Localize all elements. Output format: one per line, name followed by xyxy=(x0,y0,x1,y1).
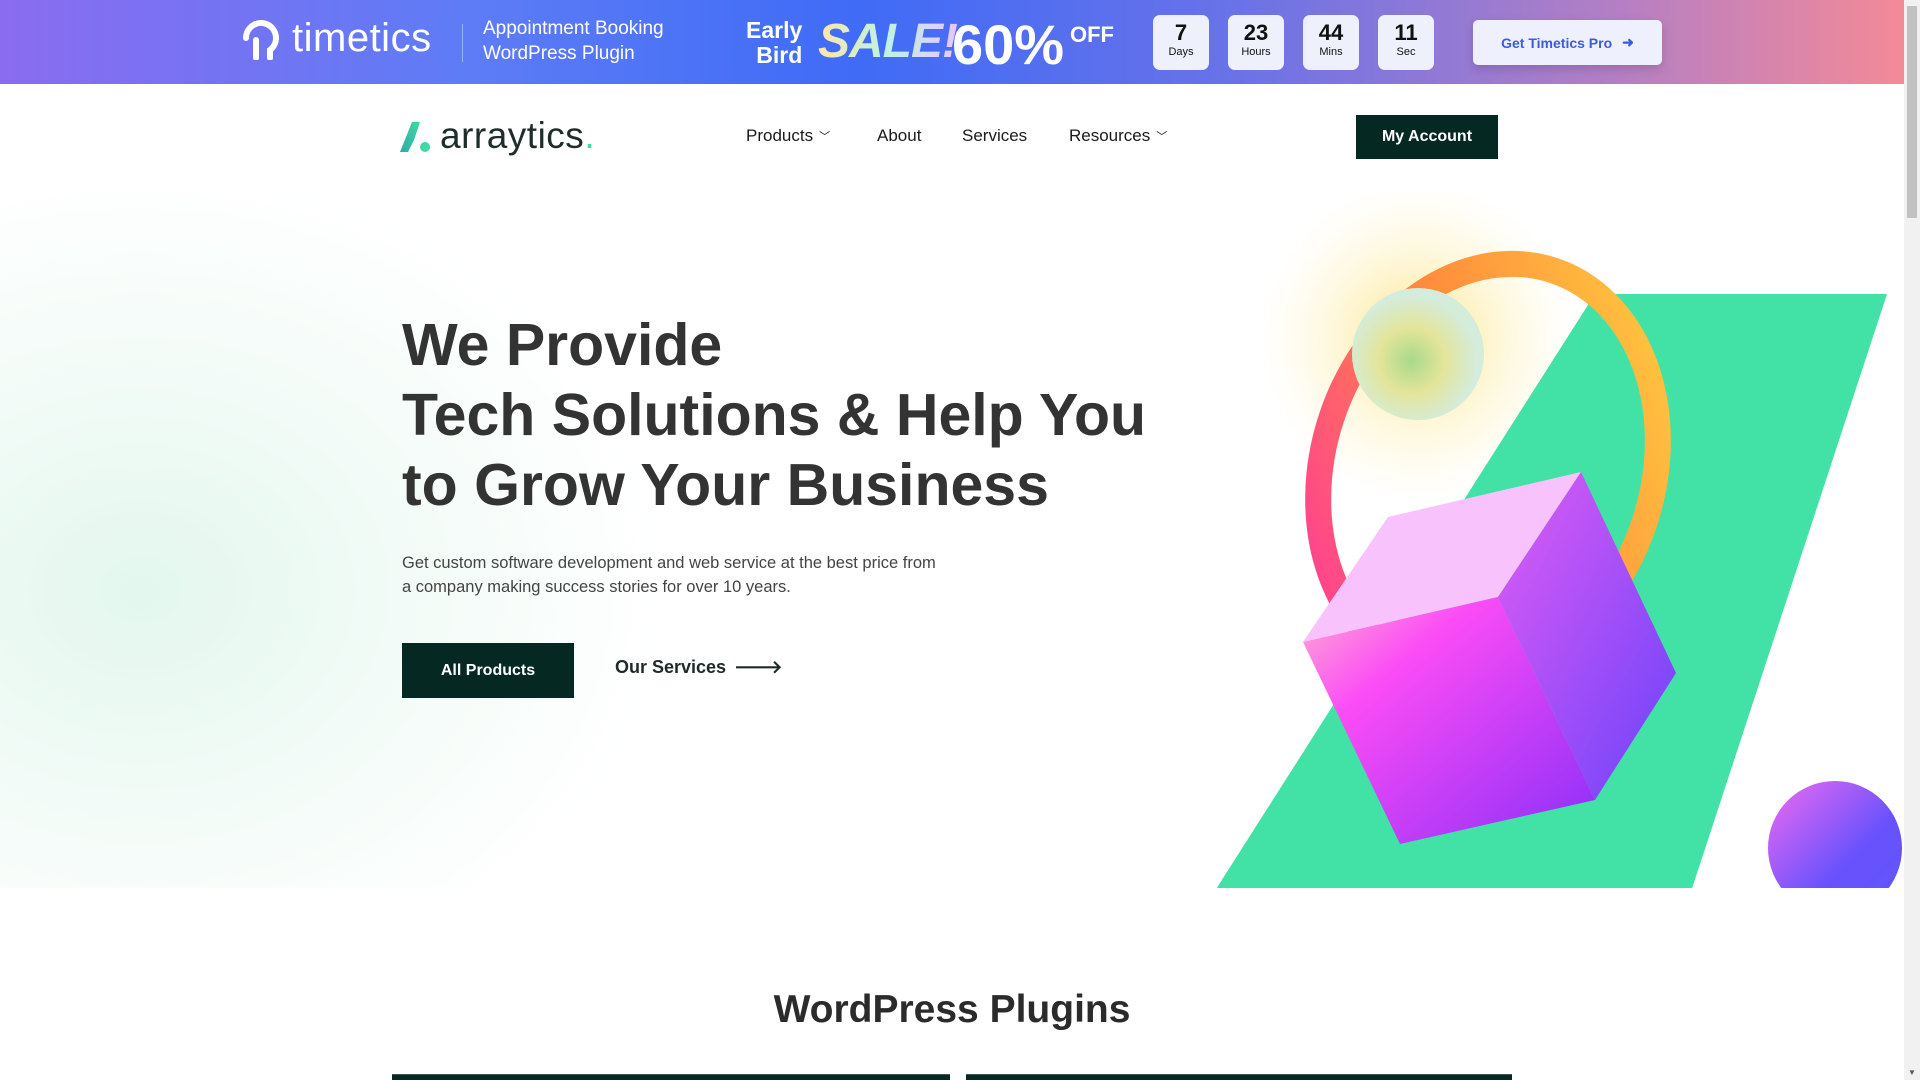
countdown-value: 44 xyxy=(1318,20,1344,45)
all-products-button[interactable]: All Products xyxy=(402,643,574,698)
nav-label: About xyxy=(877,126,922,145)
hero-section xyxy=(0,190,1904,888)
off-text: OFF xyxy=(1070,22,1114,47)
main-nav xyxy=(0,84,1904,190)
countdown-value: 7 xyxy=(1174,20,1188,45)
nav-label: Services xyxy=(962,126,1028,145)
countdown-unit: Mins xyxy=(1319,46,1343,58)
scrollbar-thumb[interactable] xyxy=(1907,6,1917,218)
get-timetics-pro-button[interactable]: Get Timetics Pro ➜ xyxy=(1473,20,1662,65)
nav-products[interactable]: Products ﹀ xyxy=(746,126,830,146)
arraytics-logo[interactable]: arraytics. xyxy=(396,115,595,157)
early-text: Early xyxy=(746,17,803,43)
countdown-value: 11 xyxy=(1394,20,1418,45)
promo-tagline: Appointment Booking WordPress Plugin xyxy=(483,16,664,66)
chevron-down-icon: ﹀ xyxy=(819,131,831,143)
countdown-value: 23 xyxy=(1243,20,1269,45)
title-line: Tech Solutions & Help You xyxy=(402,382,1147,448)
desc-line: a company making success stories for ove… xyxy=(402,578,791,596)
section-title: WordPress Plugins xyxy=(773,988,1131,1031)
title-line: to Grow Your Business xyxy=(402,452,1049,518)
my-account-button[interactable]: My Account xyxy=(1356,115,1498,159)
scroll-down-arrow-icon[interactable]: ▼ xyxy=(1908,1068,1916,1077)
arraytics-logo-icon xyxy=(400,122,430,152)
discount-percent: 60% xyxy=(952,13,1065,76)
button-label: Get Timetics Pro xyxy=(1501,34,1613,51)
countdown-unit: Hours xyxy=(1241,46,1271,58)
plugin-card[interactable] xyxy=(392,1074,950,1080)
countdown-mins: 44 Mins xyxy=(1303,15,1359,70)
timetics-brand: timetics xyxy=(292,16,432,60)
arrow-right-icon: 🡒 xyxy=(734,657,783,677)
link-label: Our Services xyxy=(615,657,727,677)
plugin-card[interactable] xyxy=(966,1074,1512,1080)
chevron-down-icon: ﹀ xyxy=(1156,131,1168,143)
our-services-link[interactable]: Our Services 🡒 xyxy=(615,657,782,678)
title-line: We Provide xyxy=(402,312,723,378)
countdown-sec: 11 Sec xyxy=(1378,15,1434,70)
page: timetics Appointment Booking WordPress P… xyxy=(0,0,1904,1080)
hero-description: Get custom software development and web … xyxy=(402,551,936,599)
timetics-logo-icon xyxy=(243,19,279,60)
hero-title: We Provide Tech Solutions & Help You to … xyxy=(402,310,1146,520)
tagline-line: Appointment Booking xyxy=(483,18,664,39)
tagline-line: WordPress Plugin xyxy=(483,43,635,64)
nav-resources[interactable]: Resources ﹀ xyxy=(1069,126,1167,146)
arrow-right-icon: ➜ xyxy=(1622,34,1634,50)
desc-line: Get custom software development and web … xyxy=(402,554,936,572)
sale-text: SALE! xyxy=(818,15,958,68)
promo-banner[interactable]: timetics Appointment Booking WordPress P… xyxy=(0,0,1904,84)
nav-services[interactable]: Services xyxy=(962,126,1027,146)
bird-text: Bird xyxy=(756,42,803,68)
timetics-logo[interactable]: timetics xyxy=(240,16,432,61)
countdown-unit: Sec xyxy=(1396,46,1416,58)
countdown-unit: Days xyxy=(1168,46,1194,58)
early-bird-label: Early Bird xyxy=(746,18,802,68)
logo-dot: . xyxy=(584,115,596,156)
countdown-hours: 23 Hours xyxy=(1228,15,1284,70)
countdown-days: 7 Days xyxy=(1153,15,1209,70)
nav-about[interactable]: About xyxy=(877,126,921,146)
divider xyxy=(462,24,463,62)
nav-label: Products xyxy=(746,126,814,145)
scrollbar[interactable]: ▼ xyxy=(1904,0,1920,1080)
logo-text: arraytics xyxy=(440,115,585,156)
nav-label: Resources xyxy=(1069,126,1151,145)
